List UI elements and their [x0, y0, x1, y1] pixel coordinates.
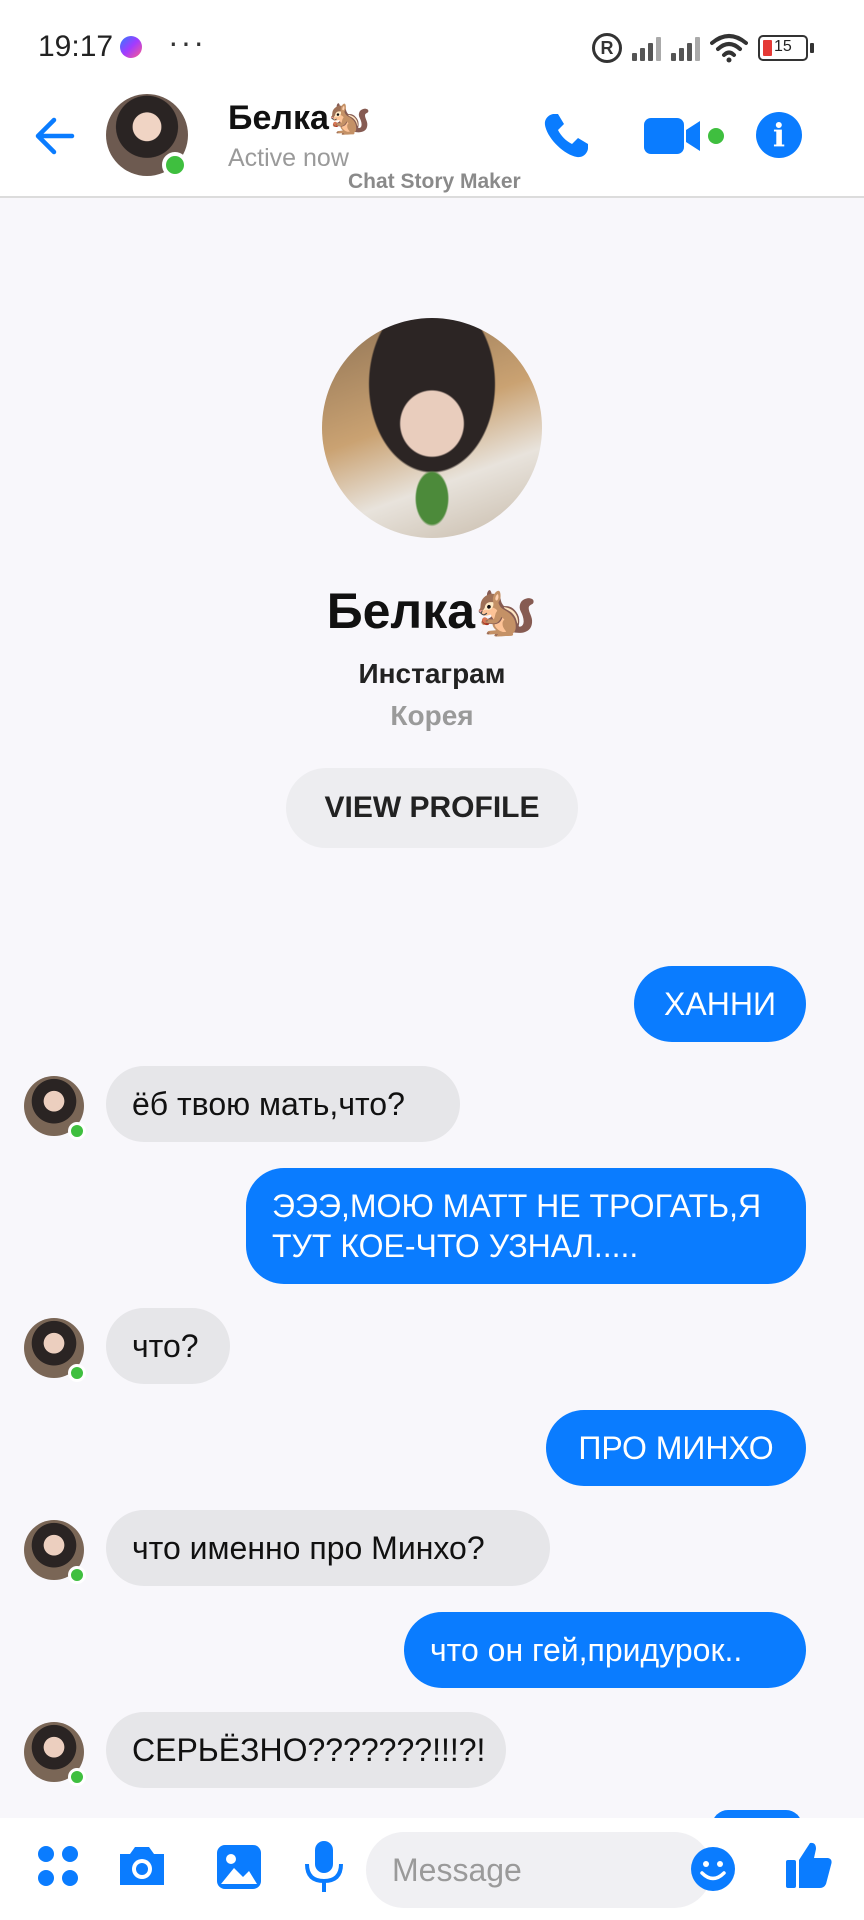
online-indicator — [68, 1566, 86, 1584]
emoji-icon[interactable] — [690, 1846, 736, 1892]
registered-icon: R — [592, 33, 622, 63]
phone-icon[interactable] — [540, 110, 592, 162]
incoming-message[interactable]: СЕРЬЁЗНО???????!!!?! — [106, 1712, 506, 1788]
status-time: 19:17 — [38, 30, 114, 63]
more-notifications-icon: ··· — [168, 24, 206, 60]
thumbs-up-icon[interactable] — [784, 1840, 834, 1890]
video-camera-icon[interactable] — [644, 112, 706, 160]
signal-icon — [671, 35, 700, 61]
active-status: Active now — [228, 144, 349, 172]
view-profile-button[interactable]: VIEW PROFILE — [286, 768, 578, 848]
profile-avatar[interactable] — [322, 318, 542, 538]
incoming-message[interactable]: что именно про Минхо? — [106, 1510, 550, 1586]
signal-icon — [632, 35, 661, 61]
camera-icon[interactable] — [116, 1844, 168, 1888]
info-icon[interactable]: i — [756, 112, 802, 158]
incoming-message[interactable]: что? — [106, 1308, 230, 1384]
profile-subtitle: Инстаграм — [358, 658, 506, 689]
online-indicator — [68, 1364, 86, 1382]
gallery-icon[interactable] — [216, 1844, 262, 1890]
message-input[interactable] — [366, 1832, 712, 1908]
battery-level: 15 — [774, 38, 792, 55]
microphone-icon[interactable] — [302, 1840, 346, 1894]
chat-header: Белка🐿️ Active now Chat Story Maker i — [0, 92, 864, 198]
wifi-icon — [710, 34, 748, 63]
profile-name: Белка🐿️ — [326, 583, 538, 639]
outgoing-message[interactable]: что он гей,придурок.. — [404, 1612, 806, 1688]
online-indicator — [68, 1122, 86, 1140]
outgoing-message[interactable]: ХАННИ — [634, 966, 806, 1042]
apps-grid-icon[interactable] — [36, 1844, 80, 1888]
outgoing-message[interactable]: ЭЭЭ,МОЮ МАТТ НЕ ТРОГАТЬ,Я ТУТ КОЕ-ЧТО УЗ… — [246, 1168, 806, 1284]
incoming-message[interactable]: ёб твою мать,что? — [106, 1066, 460, 1142]
messenger-icon — [120, 36, 142, 58]
outgoing-message[interactable]: ПРО МИНХО — [546, 1410, 806, 1486]
video-online-dot — [708, 128, 724, 144]
contact-name[interactable]: Белка🐿️ — [228, 98, 371, 138]
back-arrow-icon[interactable] — [32, 114, 76, 158]
status-icons: R 15 — [592, 32, 814, 64]
online-indicator — [68, 1768, 86, 1786]
profile-location: Корея — [390, 700, 474, 731]
online-indicator — [162, 152, 188, 178]
watermark: Chat Story Maker — [348, 170, 521, 193]
status-bar: 19:17 ··· R 15 — [0, 0, 864, 92]
battery-icon: 15 — [758, 35, 808, 61]
